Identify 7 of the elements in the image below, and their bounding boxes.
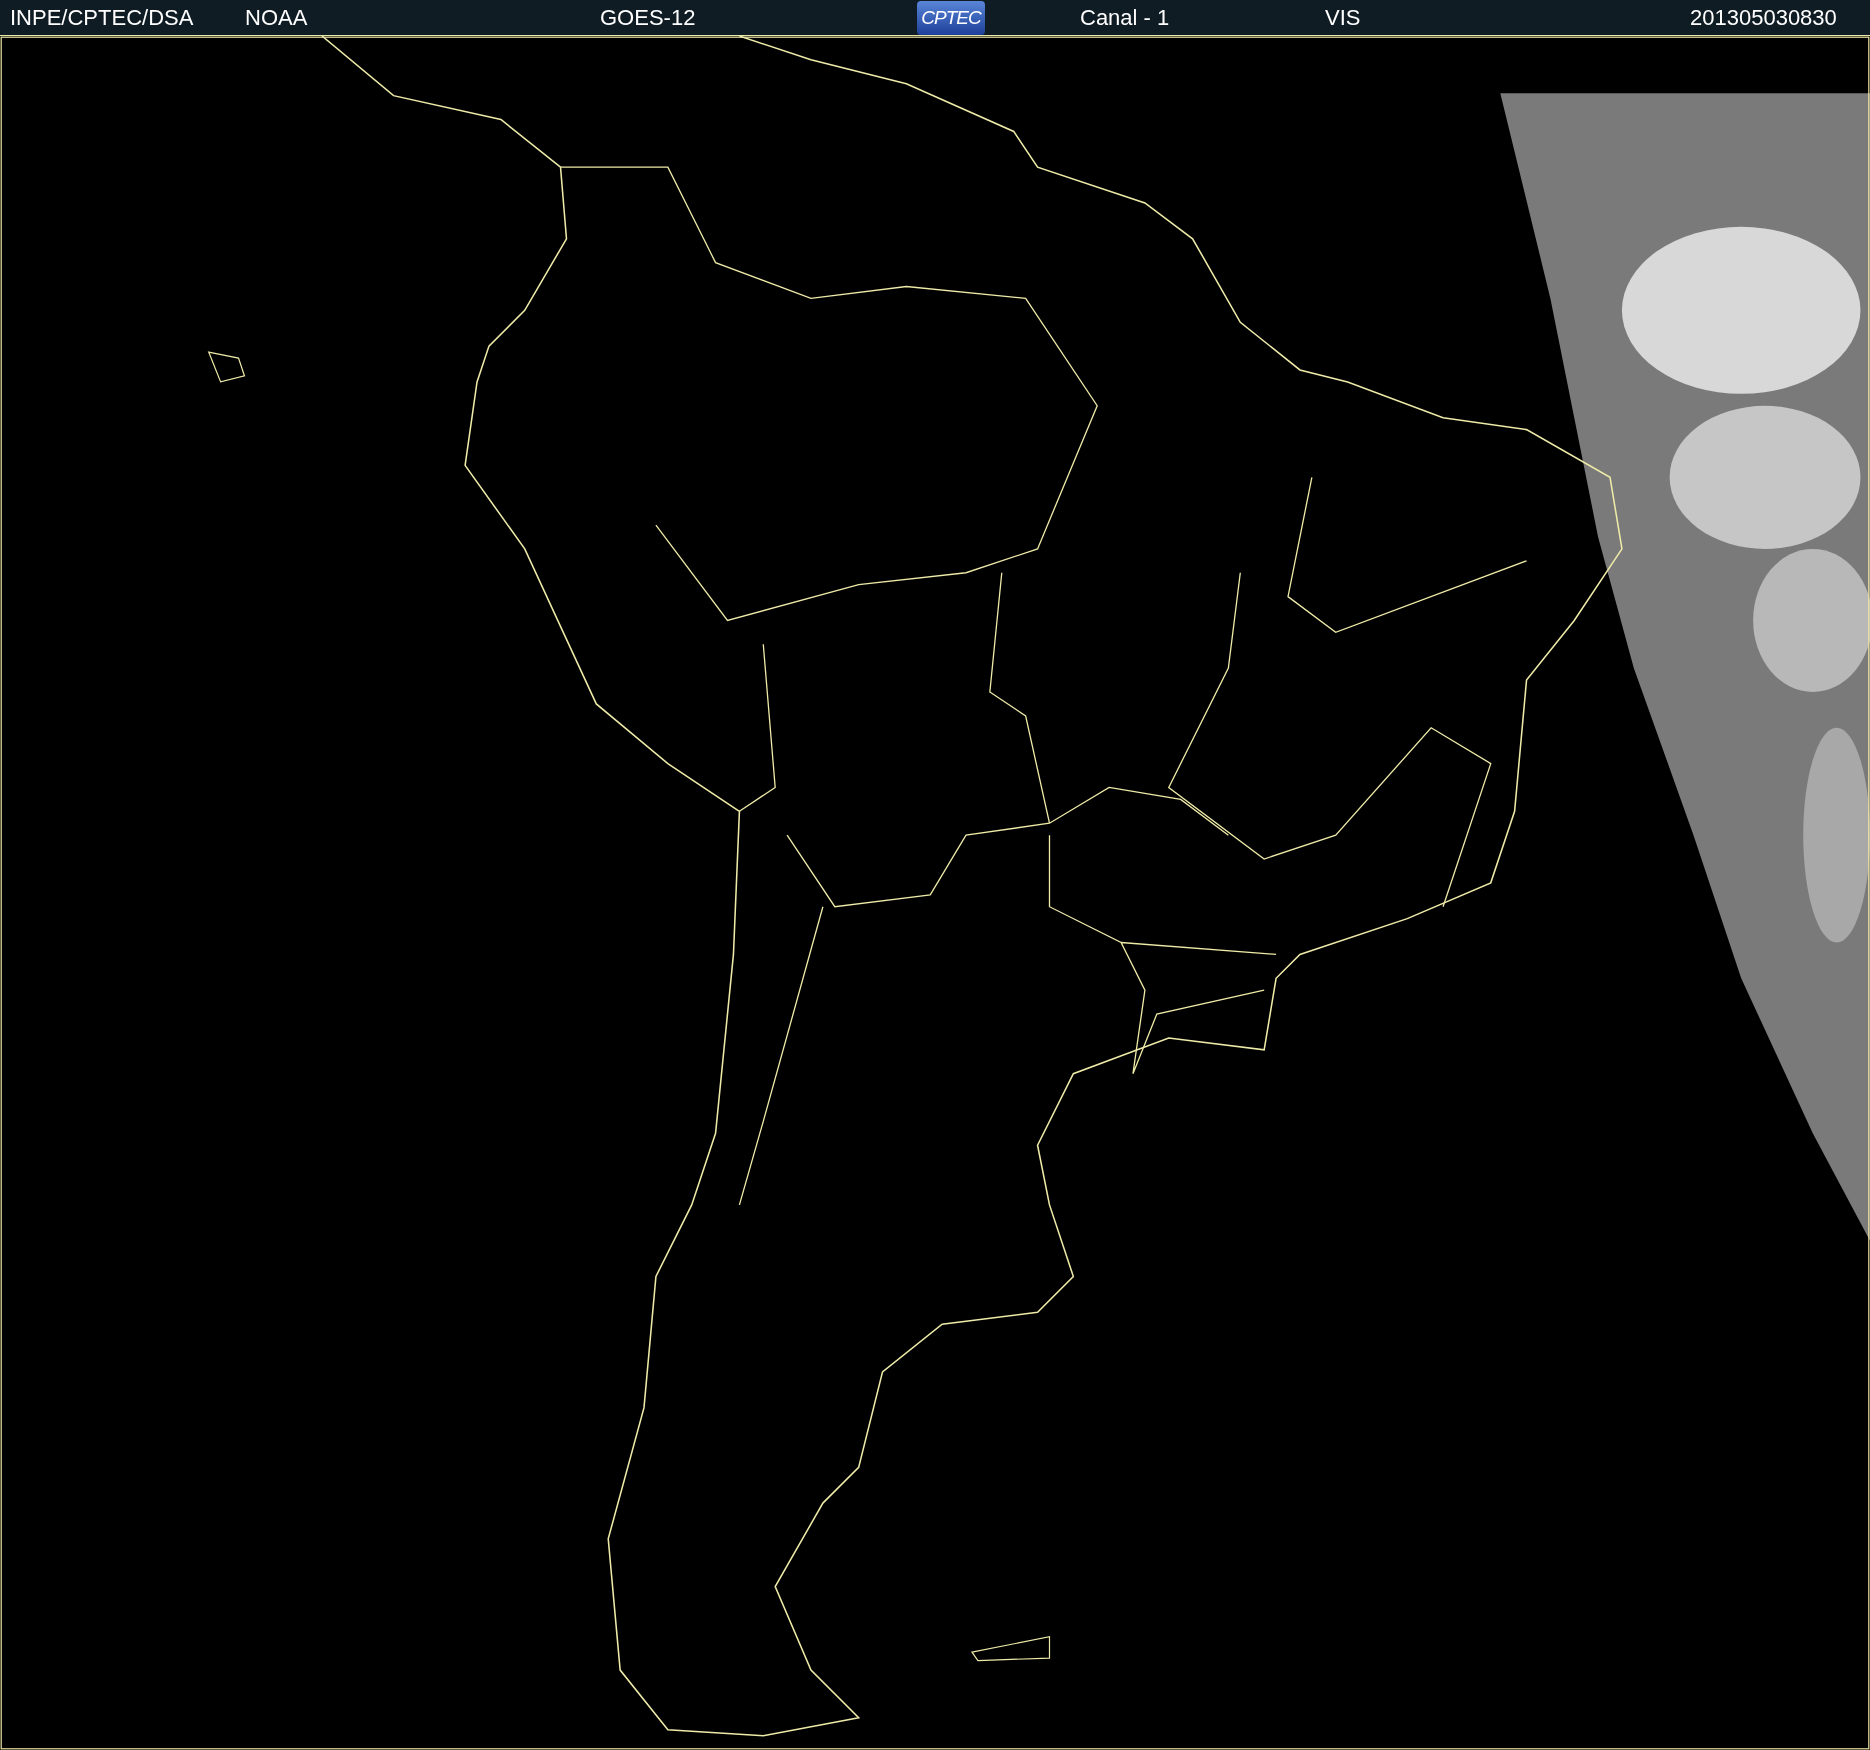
header-label: NOAA: [245, 6, 308, 29]
header-label: Canal - 1: [1080, 6, 1170, 29]
header-label: 201305030830: [1690, 6, 1837, 29]
header-label: VIS: [1325, 6, 1361, 29]
header-label: INPE/CPTEC/DSA: [10, 6, 194, 29]
logo: CPTEC: [917, 0, 985, 35]
header-label: GOES-12: [600, 6, 696, 29]
